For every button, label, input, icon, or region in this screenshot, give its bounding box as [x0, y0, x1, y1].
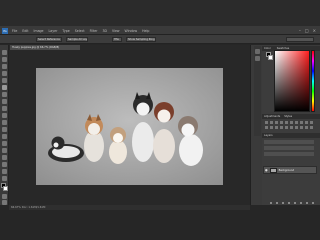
desktop-bottom: [0, 210, 320, 240]
move-tool-icon[interactable]: [2, 50, 7, 55]
layer-thumbnail: [269, 167, 277, 173]
adjustments-panel-header: Adjustments Styles: [262, 114, 320, 119]
layer-name[interactable]: Background: [279, 169, 294, 172]
adjustment-icons-row-2[interactable]: [265, 126, 315, 129]
screen-mode-icon[interactable]: [2, 200, 7, 205]
clone-stamp-tool-icon[interactable]: [2, 106, 7, 111]
maximize-icon[interactable]: □: [305, 28, 309, 33]
background-color-swatch[interactable]: [3, 186, 8, 191]
styles-tab[interactable]: Styles: [284, 114, 292, 119]
layer-row-background[interactable]: ● Background: [263, 166, 317, 174]
path-select-tool-icon[interactable]: [2, 162, 7, 167]
tools-panel: [0, 45, 9, 205]
brush-tool-icon[interactable]: [2, 99, 7, 104]
top-bar: [0, 0, 320, 26]
layer-filter-bar[interactable]: [264, 140, 314, 144]
close-icon[interactable]: ×: [313, 28, 316, 33]
hue-slider[interactable]: [311, 50, 315, 112]
eraser-tool-icon[interactable]: [2, 120, 7, 125]
healing-tool-icon[interactable]: [2, 92, 7, 97]
panel-background-swatch[interactable]: [268, 55, 273, 60]
lock-bar[interactable]: [264, 152, 314, 156]
window-controls: – □ ×: [299, 28, 316, 33]
canvas-image[interactable]: [36, 68, 223, 185]
dodge-tool-icon[interactable]: [2, 141, 7, 146]
marquee-tool-icon[interactable]: [2, 57, 7, 62]
visibility-eye-icon[interactable]: ●: [265, 168, 268, 172]
ps-logo: Ps: [2, 28, 8, 34]
history-panel-icon[interactable]: [255, 49, 260, 54]
adjustment-icons-row-1[interactable]: [265, 121, 315, 124]
sample-all-select[interactable]: Sample All Layers: [66, 37, 88, 42]
shape-tool-icon[interactable]: [2, 169, 7, 174]
document-tab[interactable]: Husky puppies.jpg @ 66.7% (RGB/8): [10, 45, 80, 50]
layers-tab[interactable]: Layers: [264, 134, 273, 137]
minimize-icon[interactable]: –: [299, 28, 301, 33]
crop-tool-icon[interactable]: [2, 78, 7, 83]
ring-mode-select[interactable]: HSL: [112, 37, 122, 42]
properties-panel-icon[interactable]: [255, 56, 260, 61]
quick-select-tool-icon[interactable]: [2, 71, 7, 76]
lasso-tool-icon[interactable]: [2, 64, 7, 69]
blur-tool-icon[interactable]: [2, 134, 7, 139]
history-brush-tool-icon[interactable]: [2, 113, 7, 118]
sample-point-select[interactable]: Select Reference Point: [36, 37, 62, 42]
hand-tool-icon[interactable]: [2, 176, 7, 181]
pen-tool-icon[interactable]: [2, 148, 7, 153]
sampling-ring-checkbox[interactable]: Show Sampling Ring: [126, 37, 156, 42]
color-field[interactable]: [274, 50, 310, 112]
color-tab[interactable]: Color: [264, 46, 271, 51]
layers-panel-header: Layers: [262, 133, 320, 138]
eyedropper-tool-icon[interactable]: [3, 37, 8, 52]
adjustments-tab[interactable]: Adjustments: [264, 114, 280, 119]
type-tool-icon[interactable]: [2, 155, 7, 160]
blend-mode-bar[interactable]: [264, 146, 314, 150]
quick-mask-icon[interactable]: [2, 194, 7, 199]
gradient-tool-icon[interactable]: [2, 127, 7, 132]
eyedropper-icon[interactable]: [2, 85, 7, 90]
workspace-select[interactable]: [286, 37, 314, 42]
layer-actions-bar[interactable]: [270, 202, 314, 204]
